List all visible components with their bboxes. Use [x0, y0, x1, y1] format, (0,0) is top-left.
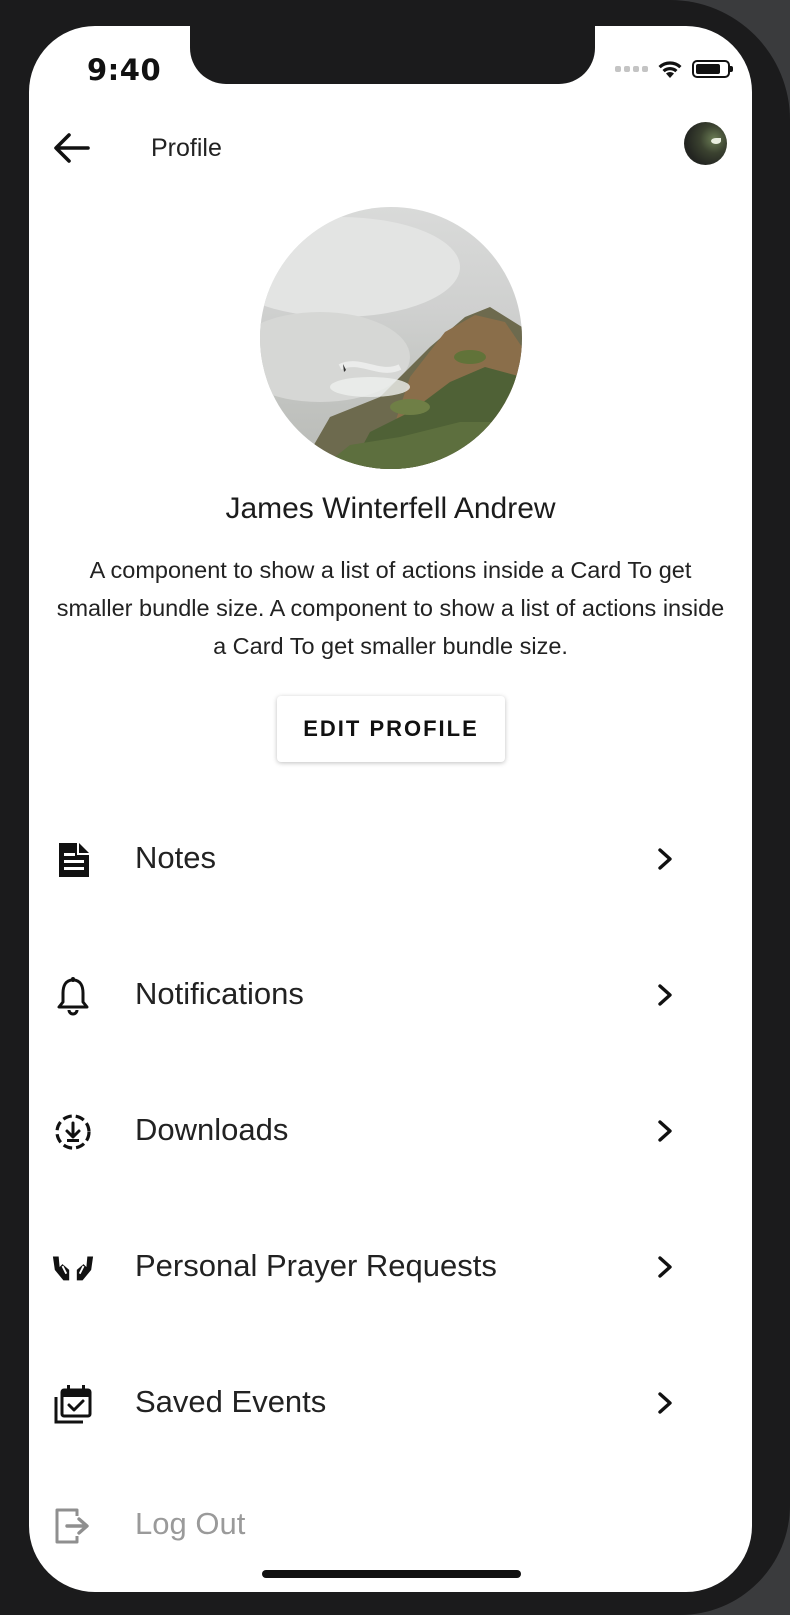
menu-item-label: Saved Events — [135, 1384, 327, 1419]
menu-item-logout[interactable]: Log Out — [29, 1474, 752, 1570]
menu-item-label: Notifications — [135, 976, 304, 1011]
logout-icon — [51, 1504, 95, 1548]
menu-item-downloads[interactable]: Downloads — [29, 1080, 752, 1176]
phone-screen: 9:40 Profile James Winterfell Andrew A c… — [29, 26, 752, 1592]
menu-item-saved-events[interactable]: Saved Events — [29, 1352, 752, 1448]
calendar-check-icon — [51, 1382, 95, 1426]
home-indicator[interactable] — [262, 1570, 521, 1578]
chevron-right-icon — [658, 1256, 672, 1278]
page-title: Profile — [151, 134, 222, 162]
chevron-right-icon — [658, 1392, 672, 1414]
praying-hands-icon — [51, 1246, 95, 1290]
bell-icon — [51, 974, 95, 1018]
profile-bio: A component to show a list of actions in… — [56, 557, 725, 659]
cellular-signal-icon — [615, 66, 648, 72]
menu-item-notes[interactable]: Notes — [29, 808, 752, 904]
notch — [190, 26, 595, 84]
app-bar: Profile — [29, 118, 752, 178]
wifi-icon — [658, 61, 682, 78]
back-button[interactable] — [49, 126, 93, 170]
download-icon — [51, 1110, 95, 1154]
profile-name: James Winterfell Andrew — [225, 492, 556, 525]
menu-item-label: Notes — [135, 840, 216, 875]
status-indicators — [615, 58, 733, 80]
menu-item-notifications[interactable]: Notifications — [29, 944, 752, 1040]
notes-icon — [51, 838, 95, 882]
profile-photo — [260, 207, 522, 469]
avatar[interactable] — [684, 122, 727, 165]
menu-item-label: Downloads — [135, 1112, 289, 1147]
chevron-right-icon — [658, 1120, 672, 1142]
arrow-left-icon — [54, 133, 90, 163]
menu-item-prayer-requests[interactable]: Personal Prayer Requests — [29, 1216, 752, 1312]
chevron-right-icon — [658, 984, 672, 1006]
menu-item-label: Personal Prayer Requests — [135, 1248, 497, 1283]
status-time: 9:40 — [87, 53, 162, 87]
battery-icon — [692, 60, 733, 78]
menu-item-label: Log Out — [135, 1506, 246, 1541]
edit-profile-button[interactable]: EDIT PROFILE — [277, 696, 505, 762]
profile-photo-image — [260, 217, 522, 469]
chevron-right-icon — [658, 848, 672, 870]
